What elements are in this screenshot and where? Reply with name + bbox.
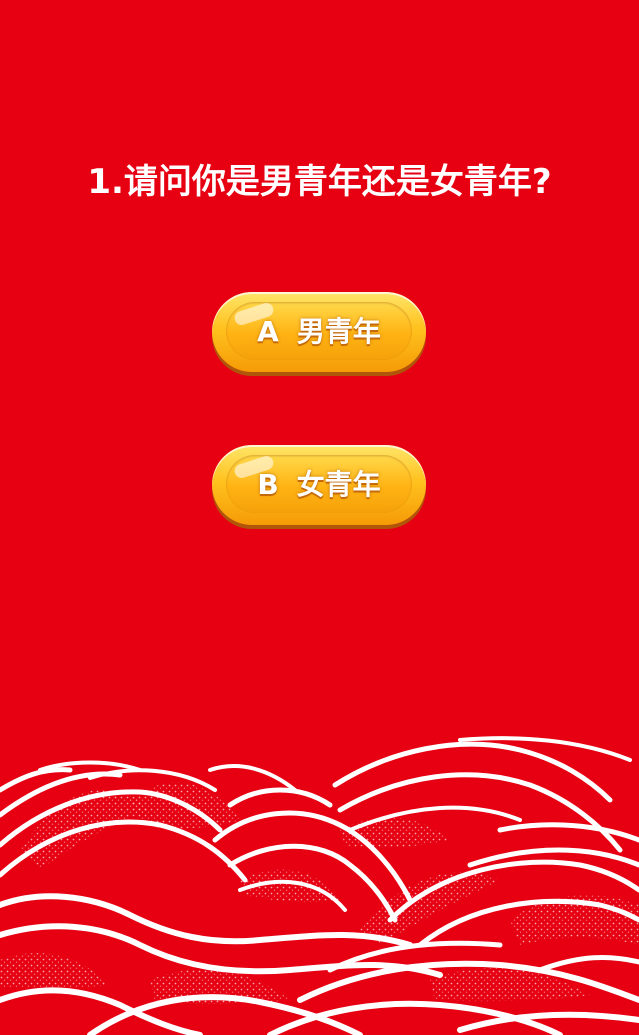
option-b-text: 女青年 [296,468,381,501]
quiz-screen: 1.请问你是男青年还是女青年? A 男青年 B 女青年 [0,0,639,1035]
option-a-button[interactable]: A 男青年 [212,292,426,372]
option-b-letter: B [257,468,279,501]
waves-decoration [0,736,639,1035]
question-title: 1.请问你是男青年还是女青年? [87,162,552,202]
option-a-text: 男青年 [296,315,381,348]
option-a-letter: A [257,315,279,348]
option-a-label: A 男青年 [212,292,426,372]
option-b-button[interactable]: B 女青年 [212,445,426,525]
option-b-label: B 女青年 [212,445,426,525]
